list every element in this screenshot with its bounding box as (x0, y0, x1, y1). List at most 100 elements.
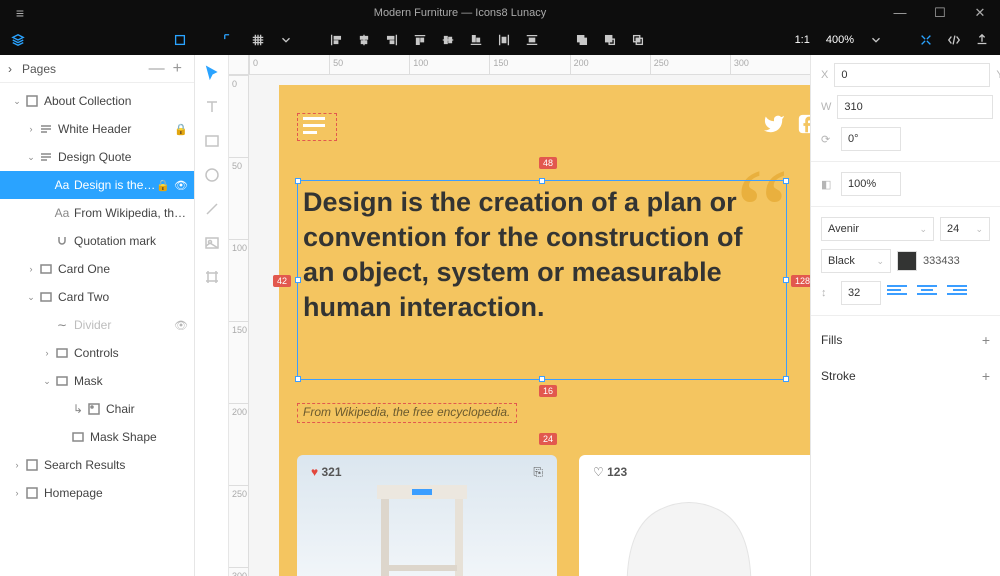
ellipse-tool-icon[interactable] (200, 163, 224, 187)
dropdown-icon[interactable] (864, 28, 888, 52)
add-fill-button[interactable]: + (982, 332, 990, 348)
canvas[interactable]: 050100150200250300 050100150200250300 “ … (229, 55, 810, 576)
resize-handle[interactable] (783, 277, 789, 283)
align-center-h-icon[interactable] (352, 28, 376, 52)
code-icon[interactable] (942, 28, 966, 52)
ruler-vertical[interactable]: 050100150200250300 (229, 75, 249, 576)
opacity-input[interactable] (841, 172, 901, 196)
artboard-tool-icon[interactable] (200, 265, 224, 289)
color-hex: 333433 (923, 255, 960, 267)
distance-badge: 128 (791, 275, 810, 287)
tree-artboard[interactable]: ›Homepage (0, 479, 194, 507)
corner-align-icon[interactable] (218, 28, 242, 52)
tree-mask[interactable]: ⌄Mask (0, 367, 194, 395)
twitter-icon[interactable] (763, 113, 785, 141)
zoom-level[interactable]: 400% (826, 34, 854, 46)
rotation-input[interactable] (841, 127, 901, 151)
resize-handle[interactable] (295, 376, 301, 382)
maximize-button[interactable]: ☐ (920, 5, 960, 21)
tree-shape[interactable]: Mask Shape (0, 423, 194, 451)
tree-artboard[interactable]: ›Search Results (0, 451, 194, 479)
rectangle-tool-icon[interactable] (200, 129, 224, 153)
ruler-horizontal[interactable]: 050100150200250300 (249, 55, 810, 75)
font-family-select[interactable]: Avenir⌄ (821, 217, 934, 241)
heart-icon: ♥ (311, 465, 318, 479)
align-top-icon[interactable] (408, 28, 432, 52)
x-input[interactable] (834, 63, 990, 87)
distribute-v-icon[interactable] (520, 28, 544, 52)
minimize-button[interactable]: — (880, 5, 920, 21)
w-input[interactable] (837, 95, 993, 119)
social-icons (763, 113, 810, 141)
frame-icon[interactable] (168, 28, 192, 52)
bool-intersect-icon[interactable] (626, 28, 650, 52)
ruler-origin[interactable] (229, 55, 249, 75)
rotation-label: ⟳ (821, 133, 835, 146)
line-tool-icon[interactable] (200, 197, 224, 221)
tree-group[interactable]: ›Card One (0, 255, 194, 283)
stool-image (357, 475, 487, 576)
resize-handle[interactable] (783, 178, 789, 184)
align-right-icon[interactable] (380, 28, 404, 52)
bool-union-icon[interactable] (570, 28, 594, 52)
tree-line-hidden[interactable]: ∼Divider👁 (0, 311, 194, 339)
export-icon[interactable] (970, 28, 994, 52)
align-bottom-icon[interactable] (464, 28, 488, 52)
selection-box[interactable] (297, 180, 787, 380)
tree-group[interactable]: ›White Header🔒 (0, 115, 194, 143)
zoom-ratio-button[interactable]: 1:1 (795, 34, 810, 46)
tree-shape[interactable]: Quotation mark (0, 227, 194, 255)
menu-icon[interactable] (303, 117, 325, 138)
resize-handle[interactable] (783, 376, 789, 382)
add-stroke-button[interactable]: + (982, 368, 990, 384)
expand-icon[interactable] (914, 28, 938, 52)
text-align-right-icon[interactable] (947, 285, 967, 301)
line-height-icon: ↕ (821, 287, 835, 299)
remove-page-button[interactable]: — (145, 60, 169, 78)
distribute-h-icon[interactable] (492, 28, 516, 52)
pages-header[interactable]: › Pages — + (0, 55, 194, 83)
card-one[interactable]: ♥ 321 ⎘ (297, 455, 557, 576)
eye-off-icon: 👁 (174, 319, 188, 332)
wiki-caption[interactable]: From Wikipedia, the free encyclopedia. (303, 405, 510, 419)
fills-section[interactable]: Fills+ (821, 326, 990, 354)
image-tool-icon[interactable] (200, 231, 224, 255)
resize-handle[interactable] (539, 376, 545, 382)
dropdown-icon[interactable] (274, 28, 298, 52)
likes-count: ♡ 123 (593, 465, 627, 480)
color-swatch[interactable] (897, 251, 917, 271)
facebook-icon[interactable] (797, 113, 810, 141)
layers-icon[interactable] (6, 28, 30, 52)
artboard[interactable]: “ Design is the creation of a plan or co… (279, 85, 810, 576)
close-button[interactable]: ✕ (960, 5, 1000, 21)
tree-group[interactable]: ›Controls (0, 339, 194, 367)
stroke-section[interactable]: Stroke+ (821, 362, 990, 390)
text-align-left-icon[interactable] (887, 285, 907, 301)
app-menu-icon[interactable]: ≡ (0, 5, 40, 21)
resize-handle[interactable] (295, 277, 301, 283)
grid-icon[interactable] (246, 28, 270, 52)
layer-tree: ⌄About Collection ›White Header🔒 ⌄Design… (0, 83, 194, 576)
select-tool-icon[interactable] (200, 61, 224, 85)
tree-group[interactable]: ⌄Card Two (0, 283, 194, 311)
resize-handle[interactable] (539, 178, 545, 184)
tree-artboard[interactable]: ⌄About Collection (0, 87, 194, 115)
align-middle-v-icon[interactable] (436, 28, 460, 52)
heart-outline-icon: ♡ (593, 465, 604, 479)
add-page-button[interactable]: + (169, 60, 186, 78)
bookmark-icon[interactable]: ⎘ (533, 465, 543, 480)
line-height-input[interactable] (841, 281, 881, 305)
text-tool-icon[interactable] (200, 95, 224, 119)
bool-subtract-icon[interactable] (598, 28, 622, 52)
tree-text-selected[interactable]: AaDesign is the crea...🔒👁 (0, 171, 194, 199)
x-label: X (821, 69, 828, 81)
tree-group[interactable]: ⌄Design Quote (0, 143, 194, 171)
font-weight-select[interactable]: Black⌄ (821, 249, 891, 273)
tree-image[interactable]: ↳Chair (0, 395, 194, 423)
card-two[interactable]: ♡ 123 ⎘ (579, 455, 810, 576)
tree-text[interactable]: AaFrom Wikipedia, the free... (0, 199, 194, 227)
align-left-icon[interactable] (324, 28, 348, 52)
font-size-select[interactable]: 24⌄ (940, 217, 990, 241)
resize-handle[interactable] (295, 178, 301, 184)
text-align-center-icon[interactable] (917, 285, 937, 301)
